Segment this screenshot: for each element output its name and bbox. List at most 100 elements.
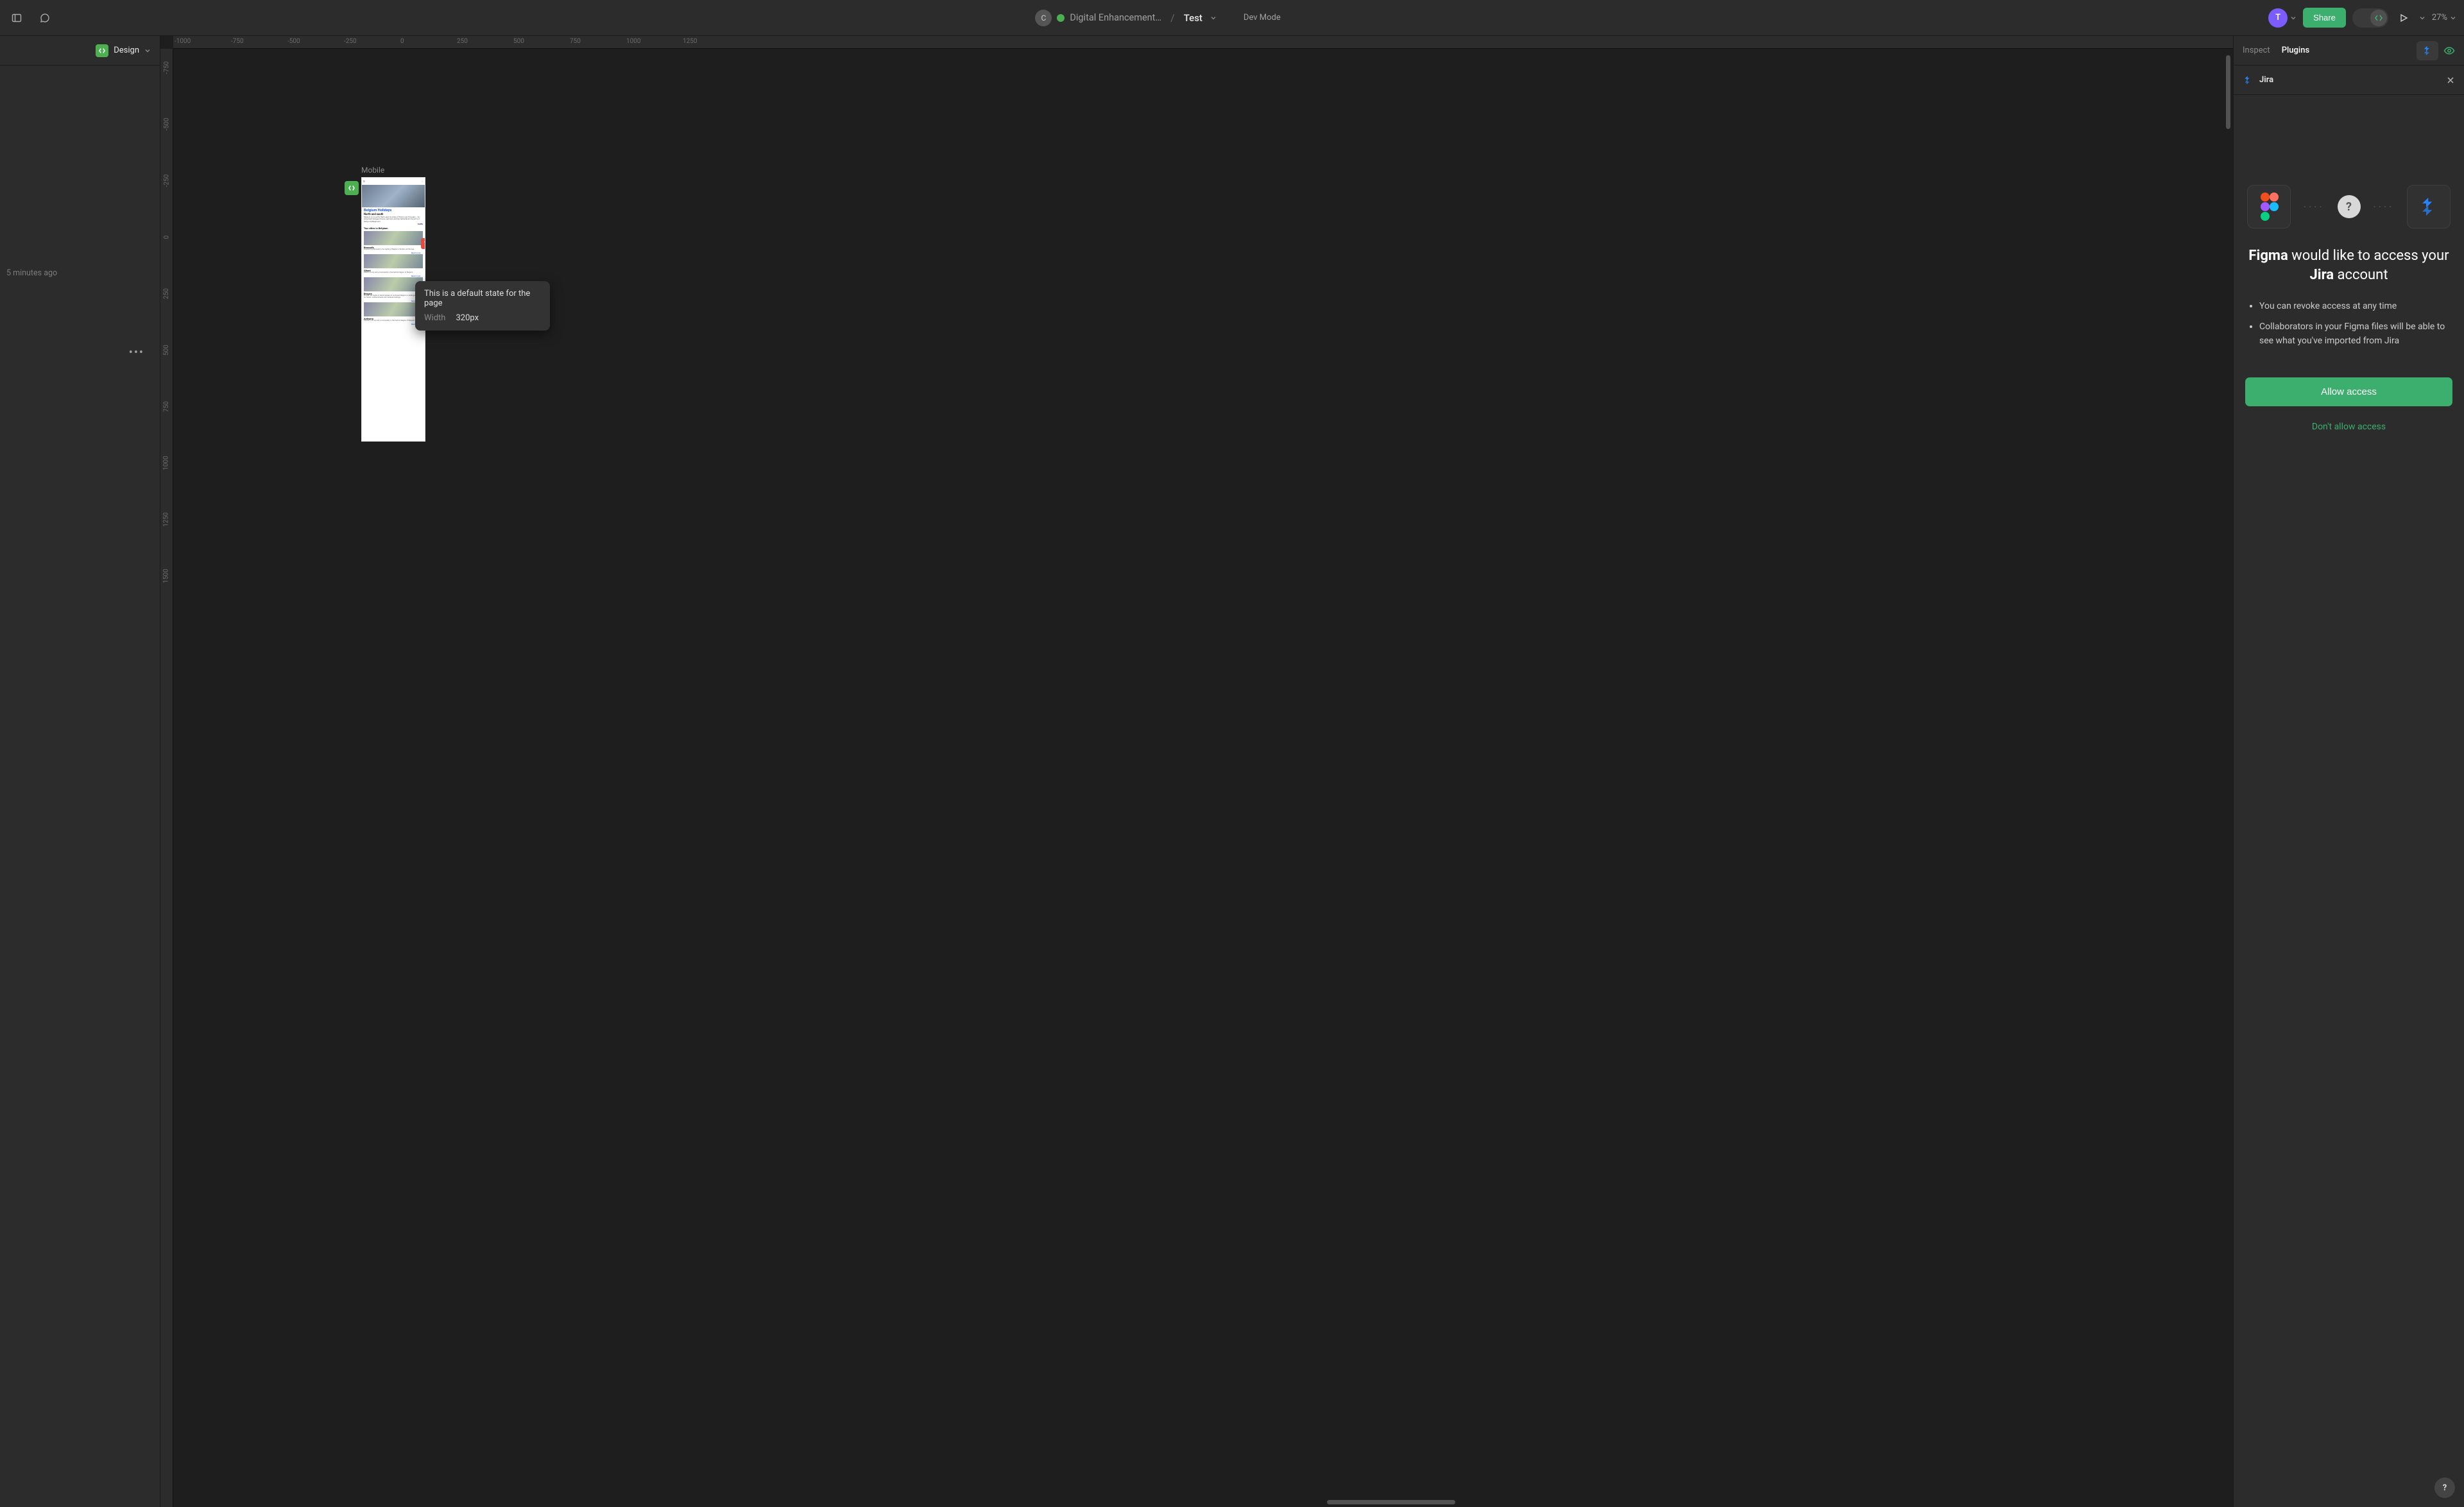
ruler-tick: 750 — [163, 401, 170, 412]
code-icon — [2370, 10, 2387, 26]
mock-image — [364, 231, 423, 245]
mock-city-desc: Bruges, the capital of West Flanders in … — [364, 295, 423, 299]
unknown-app-icon: ? — [2338, 195, 2361, 218]
mock-read-more: Read more — [364, 323, 423, 325]
ruler-tick: -1000 — [173, 36, 230, 48]
mock-body: Belgium is a country that's seen its sha… — [364, 216, 423, 223]
top-bar: C Digital Enhancement… / Test Dev Mode T… — [0, 0, 2464, 36]
zoom-value: 27% — [2432, 13, 2447, 22]
more-icon[interactable]: ••• — [0, 346, 160, 359]
ruler-tick: 0 — [163, 236, 170, 239]
status-dot-icon — [1057, 14, 1065, 22]
ruler-tick: -750 — [163, 62, 170, 74]
dev-mode-toggle[interactable] — [2352, 8, 2388, 28]
ruler-tick: 750 — [569, 36, 625, 48]
ruler-tick: 1500 — [163, 569, 170, 583]
ruler-tick: -500 — [286, 36, 343, 48]
plugin-title: Jira — [2259, 75, 2273, 85]
ruler-tick: -250 — [163, 175, 170, 187]
chevron-down-icon[interactable] — [144, 47, 151, 54]
left-panel: Design 5 minutes ago ••• — [0, 36, 160, 1507]
visibility-icon[interactable] — [2443, 45, 2455, 56]
left-panel-header: Design — [0, 36, 160, 65]
dev-ready-badge-icon[interactable] — [345, 181, 359, 195]
present-button[interactable] — [2395, 9, 2413, 27]
mock-image — [364, 302, 423, 316]
share-button[interactable]: Share — [2303, 8, 2346, 28]
chevron-down-icon[interactable] — [1210, 15, 1217, 21]
consent-bullets: You can revoke access at any time Collab… — [2245, 300, 2452, 348]
star-icon: ☆ — [421, 180, 424, 183]
oauth-consent: ···· ? ···· Figma would like to access y… — [2245, 185, 2452, 432]
annotation-tooltip: This is a default state for the page Wid… — [415, 281, 550, 331]
ruler-tick: 1250 — [163, 512, 170, 526]
scrollbar-vertical[interactable] — [2226, 55, 2230, 129]
annotation-prop-key: Width — [424, 313, 445, 323]
tab-plugins[interactable]: Plugins — [2282, 46, 2309, 55]
plugin-header: Jira — [2234, 65, 2464, 95]
code-icon — [96, 44, 108, 57]
ruler-tick: 500 — [163, 345, 170, 356]
dots-icon: ···· — [2304, 201, 2325, 213]
chevron-down-icon[interactable] — [2419, 15, 2426, 21]
mock-image — [364, 277, 423, 291]
panel-toggle-icon[interactable] — [8, 9, 26, 27]
ruler-tick: -750 — [230, 36, 286, 48]
help-button[interactable]: ? — [2434, 1477, 2455, 1498]
design-mode-label[interactable]: Design — [114, 46, 139, 55]
mock-city-desc: Unassuming Brussels is the capital of Be… — [364, 249, 423, 251]
ruler-tick: 250 — [163, 288, 170, 299]
close-icon[interactable] — [2446, 76, 2455, 85]
mock-logo: FedEx — [364, 223, 423, 225]
hero-image — [362, 185, 425, 207]
mock-title: Belgium Holidays — [364, 209, 423, 212]
ruler-tick: 0 — [399, 36, 456, 48]
mock-city-desc: Antwerp is a city and a municipality in … — [364, 320, 423, 322]
comments-icon[interactable] — [36, 9, 54, 27]
consent-heading: Figma would like to access your Jira acc… — [2245, 246, 2452, 284]
zoom-level[interactable]: 27% — [2432, 13, 2456, 22]
canvas[interactable]: -1000 -750 -500 -250 0 250 500 750 1000 … — [160, 36, 2233, 1507]
breadcrumb-separator: / — [1170, 12, 1175, 24]
ruler-tick: 1000 — [163, 456, 170, 470]
ruler-tick: -250 — [343, 36, 399, 48]
right-panel-tabs: Inspect Plugins — [2234, 36, 2464, 65]
ruler-tick: 500 — [512, 36, 569, 48]
page-name[interactable]: Test — [1184, 12, 1202, 24]
ruler-tick: 1000 — [625, 36, 681, 48]
menu-icon: ≡ — [363, 180, 365, 184]
annotation-count-badge[interactable]: 17 — [421, 238, 425, 249]
version-timestamp: 5 minutes ago — [0, 264, 160, 282]
ruler-tick: 1250 — [681, 36, 738, 48]
ruler-tick: 250 — [456, 36, 512, 48]
jira-icon — [2243, 75, 2253, 85]
dev-mode-label[interactable]: Dev Mode — [1237, 10, 1287, 25]
mock-city-desc: Ghent is a city and a municipality in th… — [364, 272, 423, 274]
chevron-down-icon — [2290, 15, 2297, 21]
consent-bullet: Collaborators in your Figma files will b… — [2259, 320, 2452, 348]
consent-bullet: You can revoke access at any time — [2259, 300, 2452, 314]
dots-icon: ···· — [2374, 201, 2395, 213]
chevron-down-icon — [2450, 15, 2456, 21]
mock-image — [364, 254, 423, 268]
ruler-horizontal: -1000 -750 -500 -250 0 250 500 750 1000 … — [173, 36, 2233, 49]
tab-inspect[interactable]: Inspect — [2243, 46, 2270, 55]
mock-section-heading: Top cities in Belgium — [364, 227, 423, 230]
ruler-tick: -500 — [163, 118, 170, 131]
scrollbar-horizontal[interactable] — [1327, 1500, 1455, 1504]
file-name[interactable]: Digital Enhancement… — [1070, 12, 1161, 23]
ruler-vertical: -750 -500 -250 0 250 500 750 1000 1250 1… — [160, 49, 173, 1507]
figma-logo-icon — [2247, 185, 2291, 228]
team-avatar[interactable]: C — [1035, 10, 1052, 26]
user-avatar[interactable]: T — [2268, 8, 2297, 28]
right-panel: Inspect Plugins Jira — [2233, 36, 2464, 1507]
annotation-prop-value: 320px — [456, 313, 479, 323]
annotation-text: This is a default state for the page — [424, 289, 541, 308]
allow-access-button[interactable]: Allow access — [2245, 377, 2452, 406]
jira-logo-icon — [2407, 185, 2451, 228]
breadcrumb: C Digital Enhancement… / Test Dev Mode — [62, 10, 2261, 26]
deny-access-link[interactable]: Don't allow access — [2245, 422, 2452, 432]
frame-label[interactable]: Mobile — [361, 166, 425, 175]
user-avatar-initial: T — [2268, 8, 2288, 28]
jira-plugin-icon[interactable] — [2417, 41, 2438, 60]
